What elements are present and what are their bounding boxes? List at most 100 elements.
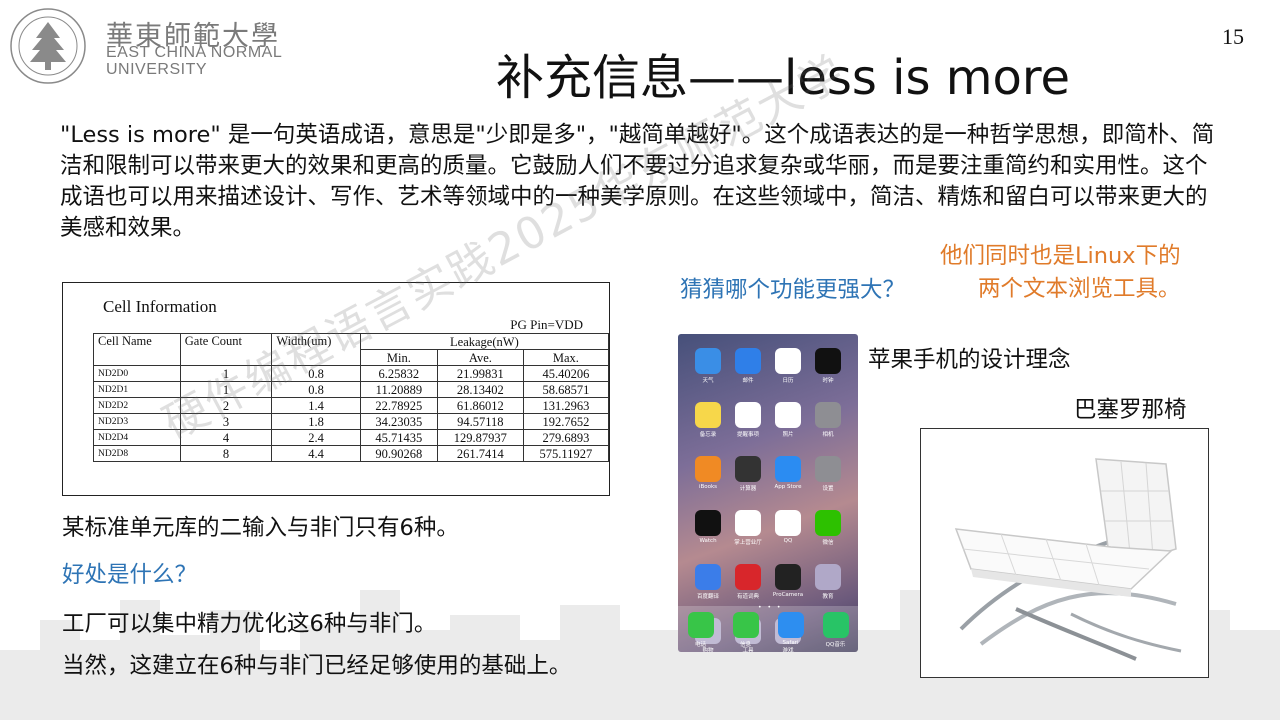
apple-design-label: 苹果手机的设计理念 xyxy=(868,347,1071,373)
linux-note-line-1: 他们同时也是Linux下的 xyxy=(940,243,1181,269)
app-icon xyxy=(815,402,841,428)
dock-app: QQ音乐 xyxy=(822,612,849,652)
dock-app: 信息 xyxy=(732,612,759,652)
phone-app: 掌上营业厅 xyxy=(728,510,768,553)
phone-app: 邮件 xyxy=(728,348,768,391)
iphone-home-screen-image: 天气 邮件 日历 时钟 备忘录 提醒事项 照片 相机 iBooks 计算器 App Store 设置 W… xyxy=(678,334,858,652)
university-name-en-line2: UNIVERSITY xyxy=(106,61,208,78)
phone-app: 日历 xyxy=(768,348,808,391)
phone-app: QQ xyxy=(768,510,808,553)
width: 0.8 xyxy=(271,381,361,398)
leakage-min: 6.25832 xyxy=(359,365,438,382)
phone-app: ProCamera xyxy=(768,564,808,607)
app-icon xyxy=(815,348,841,374)
university-name-en-line1: EAST CHINA NORMAL xyxy=(106,44,283,61)
table-row: ND2D1 1 0.8 11.20889 28.13402 58.68571 xyxy=(93,381,610,398)
header-gate-count: Gate Count xyxy=(179,333,273,366)
app-label: 时钟 xyxy=(822,378,834,384)
app-icon xyxy=(735,510,761,536)
app-icon xyxy=(775,456,801,482)
app-icon xyxy=(775,402,801,428)
app-icon xyxy=(815,510,841,536)
app-label: 掌上营业厅 xyxy=(734,540,762,546)
width: 1.4 xyxy=(271,397,361,414)
app-label: App Store xyxy=(774,484,802,490)
gate-count: 1 xyxy=(179,381,273,398)
leakage-ave: 61.86012 xyxy=(436,397,524,414)
phone-app: 有道词典 xyxy=(728,564,768,607)
phone-app: App Store xyxy=(768,456,808,499)
app-dock: 电话 信息 Safari QQ音乐 xyxy=(678,606,858,652)
table-row: ND2D0 1 0.8 6.25832 21.99831 45.40206 xyxy=(93,365,610,382)
phone-app: Watch xyxy=(688,510,728,553)
guess-question: 猜猜哪个功能更强大？ xyxy=(680,277,906,303)
answer-line-2: 当然，这建立在6种与非门已经足够使用的基础上。 xyxy=(62,653,572,679)
app-icon xyxy=(735,456,761,482)
leakage-ave: 261.7414 xyxy=(436,445,524,462)
gate-count: 4 xyxy=(179,429,273,446)
header-leakage: Leakage(nW) xyxy=(359,333,610,350)
leakage-min: 22.78925 xyxy=(359,397,438,414)
dock-app-label: QQ音乐 xyxy=(825,642,846,648)
dock-app: Safari xyxy=(777,612,804,652)
header-ave: Ave. xyxy=(436,349,524,366)
app-icon xyxy=(815,456,841,482)
app-icon xyxy=(695,510,721,536)
app-label: Watch xyxy=(699,538,717,544)
app-label: QQ xyxy=(783,538,793,544)
linux-note-line-2: 两个文本浏览工具。 xyxy=(978,276,1181,302)
app-label: 设置 xyxy=(822,486,834,492)
dock-app-label: Safari xyxy=(782,640,799,646)
cell-name: ND2D1 xyxy=(93,381,181,398)
leakage-ave: 129.87937 xyxy=(436,429,524,446)
phone-app: iBooks xyxy=(688,456,728,499)
university-logo: 華東師範大學 EAST CHINA NORMAL UNIVERSITY xyxy=(8,6,298,86)
table-row: ND2D3 3 1.8 34.23035 94.57118 192.7652 xyxy=(93,413,610,430)
app-label: 微信 xyxy=(822,540,834,546)
cell-name: ND2D3 xyxy=(93,413,181,430)
phone-app: 相机 xyxy=(808,402,848,445)
width: 4.4 xyxy=(271,445,361,462)
gate-count: 1 xyxy=(179,365,273,382)
leakage-min: 45.71435 xyxy=(359,429,438,446)
table-row: ND2D8 8 4.4 90.90268 261.7414 575.11927 xyxy=(93,445,610,462)
app-label: 教育 xyxy=(822,594,834,600)
app-label: 日历 xyxy=(782,378,794,384)
barcelona-chair-icon xyxy=(954,458,1182,661)
dock-app-label: 信息 xyxy=(739,642,751,648)
dock-app-icon xyxy=(687,612,714,638)
cell-information-table: Cell Name Gate Count Width(um) Leakage(n… xyxy=(93,333,610,462)
phone-app: 设置 xyxy=(808,456,848,499)
app-icon xyxy=(735,348,761,374)
app-label: 有道词典 xyxy=(736,594,759,600)
app-icon xyxy=(815,564,841,590)
leakage-max: 279.6893 xyxy=(522,429,610,446)
gate-count: 8 xyxy=(179,445,273,462)
app-label: 提醒事项 xyxy=(736,432,759,438)
cell-information-figure: Cell Information PG Pin=VDD Cell Name Ga… xyxy=(62,282,610,496)
table-row: ND2D4 4 2.4 45.71435 129.87937 279.6893 xyxy=(93,429,610,446)
app-label: 相机 xyxy=(822,432,834,438)
app-label: 备忘录 xyxy=(699,432,717,438)
dock-app-icon xyxy=(732,612,759,638)
phone-app: 微信 xyxy=(808,510,848,553)
phone-app: 计算器 xyxy=(728,456,768,499)
app-label: iBooks xyxy=(698,484,718,490)
leakage-min: 90.90268 xyxy=(359,445,438,462)
app-icon xyxy=(775,510,801,536)
phone-app: 照片 xyxy=(768,402,808,445)
leakage-max: 58.68571 xyxy=(522,381,610,398)
app-icon xyxy=(695,348,721,374)
leakage-max: 131.2963 xyxy=(522,397,610,414)
phone-app: 备忘录 xyxy=(688,402,728,445)
header-width: Width(um) xyxy=(271,333,361,366)
leakage-min: 34.23035 xyxy=(359,413,438,430)
benefit-question: 好处是什么？ xyxy=(62,562,198,588)
intro-paragraph: "Less is more" 是一句英语成语，意思是"少即是多"，"越简单越好"… xyxy=(60,122,1215,241)
table-row: ND2D2 2 1.4 22.78925 61.86012 131.2963 xyxy=(93,397,610,414)
app-icon xyxy=(735,402,761,428)
app-icon xyxy=(695,402,721,428)
cell-name: ND2D2 xyxy=(93,397,181,414)
app-label: 百度翻译 xyxy=(696,594,719,600)
standard-cell-statement: 某标准单元库的二输入与非门只有6种。 xyxy=(62,515,459,541)
